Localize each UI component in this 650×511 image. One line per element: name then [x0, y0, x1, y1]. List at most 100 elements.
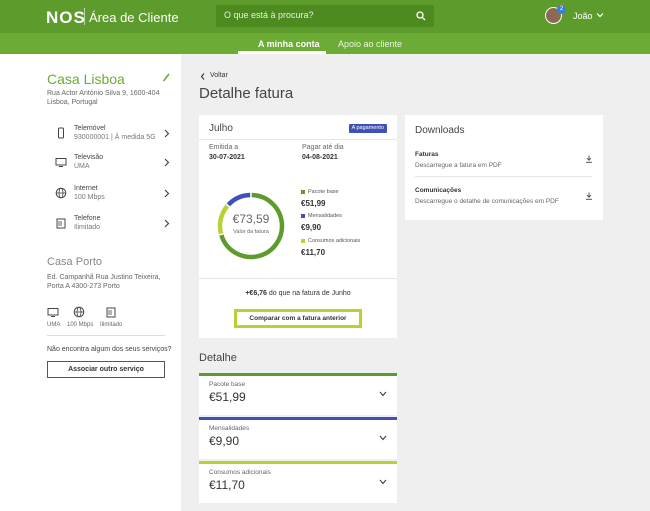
- user-name[interactable]: João: [573, 11, 593, 21]
- porto-service-label: Ilimitado: [100, 322, 123, 328]
- chevron-right-icon: [164, 158, 170, 167]
- globe-icon: [73, 306, 85, 318]
- chevron-left-icon[interactable]: [200, 73, 206, 80]
- service-sub: Ilimitado: [74, 224, 101, 231]
- service-sub: 100 Mbps: [74, 194, 105, 201]
- chevron-down-icon[interactable]: [379, 435, 387, 441]
- compare-previous-bill-button[interactable]: Comparar com a fatura anterior: [234, 309, 362, 328]
- issued-label: Emitida a: [209, 144, 239, 151]
- active-tab-indicator: [238, 51, 326, 54]
- porto-service-label: 100 Mbps: [67, 322, 94, 328]
- legend-name: Mensalidades: [308, 213, 342, 219]
- service-sub: 930000001 | À medida 5G: [74, 134, 156, 141]
- detail-item-monthly-fees[interactable]: Mensalidades €9,90: [199, 417, 397, 459]
- download-invoice-sub[interactable]: Descarregue a fatura em PDF: [415, 162, 502, 169]
- detail-item-value: €9,90: [209, 434, 240, 448]
- chevron-down-icon[interactable]: [596, 11, 604, 19]
- download-communications-sub[interactable]: Descarregue o detalhe de comunicações em…: [415, 198, 559, 205]
- donut-segment: [226, 192, 251, 207]
- downloads-title: Downloads: [415, 125, 465, 136]
- home-address-line1: Rua Actor António Silva 9, 1600-404: [47, 90, 160, 97]
- issued-value: 30-07-2021: [209, 154, 245, 161]
- search-icon[interactable]: [415, 10, 427, 22]
- tv-icon: [55, 158, 67, 167]
- notification-badge: 2: [557, 5, 566, 14]
- legend-value: €11,70: [301, 248, 326, 257]
- porto-service-label: UMA: [47, 322, 61, 328]
- bill-total: €73,59: [232, 212, 270, 226]
- service-sub: UMA: [74, 163, 90, 170]
- service-title: Internet: [74, 185, 98, 192]
- service-tv[interactable]: Televisão UMA: [47, 154, 172, 184]
- due-label: Pagar até dia: [302, 144, 344, 151]
- nos-logo[interactable]: NOS: [46, 8, 86, 28]
- download-icon[interactable]: [585, 155, 593, 163]
- globe-icon: [55, 187, 67, 199]
- compare-amount: +€6,76: [245, 290, 267, 297]
- legend-swatch: [301, 214, 305, 218]
- due-value: 04-08-2021: [302, 154, 338, 161]
- card-divider: [199, 278, 397, 279]
- download-communications-title[interactable]: Comunicações: [415, 187, 461, 194]
- compare-text: +€6,76 do que na fatura de Junho: [199, 290, 397, 297]
- detail-item-base-package[interactable]: Pacote base €51,99: [199, 373, 397, 415]
- detail-item-name: Mensalidades: [209, 425, 250, 432]
- service-title: Telemóvel: [74, 125, 106, 132]
- edit-icon[interactable]: [162, 73, 170, 82]
- downloads-card: Downloads Faturas Descarregue a fatura e…: [405, 115, 603, 220]
- legend-value: €9,90: [301, 223, 322, 232]
- phone-icon: [106, 307, 116, 318]
- legend-swatch: [301, 239, 305, 243]
- chevron-down-icon[interactable]: [379, 479, 387, 485]
- bill-total-label: Valor da fatura: [233, 229, 269, 235]
- home-address-line2: Lisboa, Portugal: [47, 99, 98, 106]
- bill-summary-card: Julho A pagamento Emitida a 30-07-2021 P…: [199, 115, 397, 338]
- tab-customer-support[interactable]: Apoio ao cliente: [338, 39, 402, 49]
- chevron-right-icon: [164, 129, 170, 138]
- detail-item-value: €51,99: [209, 390, 246, 404]
- app-title: Área de Cliente: [89, 10, 179, 25]
- legend-swatch: [301, 190, 305, 194]
- chevron-right-icon: [164, 189, 170, 198]
- detail-item-name: Pacote base: [209, 381, 246, 388]
- missing-services-text: Não encontra algum dos seus serviços?: [47, 346, 172, 353]
- bill-month: Julho: [209, 123, 233, 134]
- legend-value: €51,99: [301, 199, 326, 208]
- page-title: Detalhe fatura: [199, 85, 294, 102]
- porto-address-line1: Ed. Campanhã Rua Justino Teixeira,: [47, 274, 161, 281]
- service-title: Telefone: [74, 215, 101, 222]
- service-internet[interactable]: Internet 100 Mbps: [47, 185, 172, 215]
- tv-icon: [47, 308, 59, 317]
- card-divider: [199, 139, 397, 140]
- chevron-right-icon: [164, 219, 170, 228]
- porto-title[interactable]: Casa Porto: [47, 256, 102, 268]
- tab-my-account[interactable]: A minha conta: [258, 39, 320, 49]
- status-badge: A pagamento: [348, 124, 387, 133]
- service-title: Televisão: [74, 154, 104, 161]
- associate-service-button[interactable]: Associar outro serviço: [47, 361, 165, 378]
- sidebar: Casa Lisboa Rua Actor António Silva 9, 1…: [0, 54, 181, 511]
- mobile-icon: [58, 127, 64, 139]
- logo-divider: [84, 8, 85, 25]
- download-divider: [415, 176, 592, 177]
- detail-item-value: €11,70: [209, 478, 245, 492]
- legend-name: Pacote base: [308, 189, 339, 195]
- search-input[interactable]: O que está à procura?: [224, 10, 314, 20]
- detail-color-bar: [199, 461, 397, 464]
- bill-donut-chart: [217, 192, 285, 260]
- detail-item-additional-usage[interactable]: Consumos adicionais €11,70: [199, 461, 397, 503]
- service-phone[interactable]: Telefone Ilimitado: [47, 215, 172, 245]
- download-invoice-title[interactable]: Faturas: [415, 151, 438, 158]
- download-icon[interactable]: [585, 192, 593, 200]
- detail-color-bar: [199, 373, 397, 376]
- search-box[interactable]: O que está à procura?: [216, 5, 434, 27]
- home-title: Casa Lisboa: [47, 71, 125, 87]
- detail-item-name: Consumos adicionais: [209, 469, 271, 476]
- service-mobile[interactable]: Telemóvel 930000001 | À medida 5G: [47, 125, 172, 155]
- chevron-down-icon[interactable]: [379, 391, 387, 397]
- back-link[interactable]: Voltar: [210, 72, 228, 79]
- porto-address-line2: Porta A 4300-273 Porto: [47, 283, 120, 290]
- phone-icon: [56, 218, 66, 229]
- detail-section-title: Detalhe: [199, 352, 237, 364]
- detail-color-bar: [199, 417, 397, 420]
